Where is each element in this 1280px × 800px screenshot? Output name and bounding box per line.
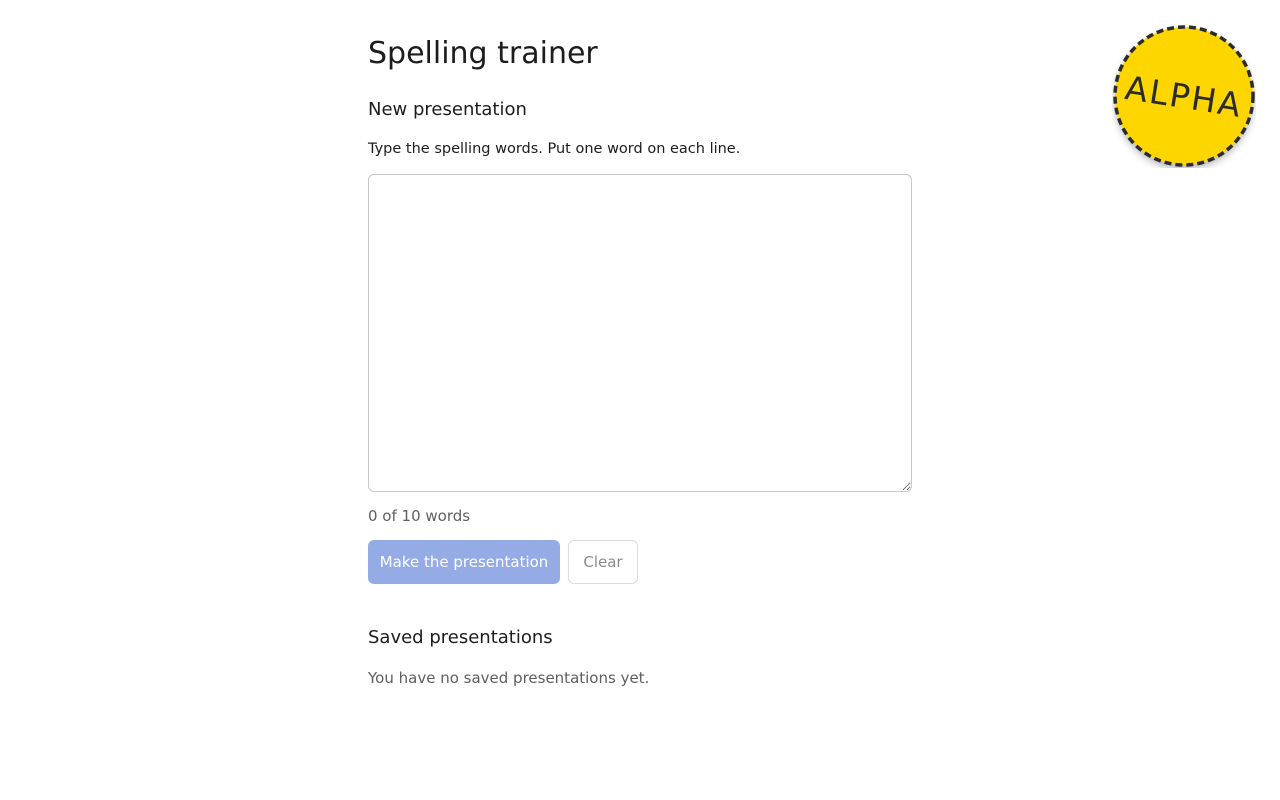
spelling-words-input[interactable] bbox=[368, 174, 912, 492]
page-title: Spelling trainer bbox=[368, 36, 598, 71]
no-saved-presentations-message: You have no saved presentations yet. bbox=[368, 669, 650, 687]
saved-presentations-heading: Saved presentations bbox=[368, 627, 553, 648]
clear-button[interactable]: Clear bbox=[568, 540, 638, 584]
instructions-text: Type the spelling words. Put one word on… bbox=[368, 141, 741, 157]
make-presentation-button[interactable]: Make the presentation bbox=[368, 540, 560, 584]
alpha-badge: ALPHA bbox=[1113, 25, 1255, 167]
word-count: 0 of 10 words bbox=[368, 507, 471, 525]
new-presentation-heading: New presentation bbox=[368, 99, 527, 120]
